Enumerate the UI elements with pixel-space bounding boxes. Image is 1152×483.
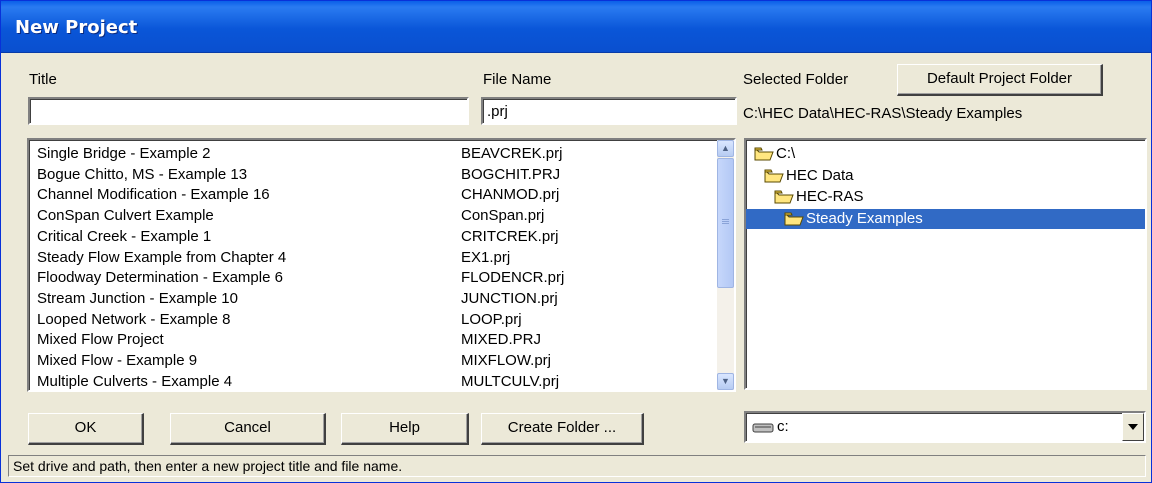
- project-file: MIXFLOW.prj: [461, 352, 552, 369]
- project-title: Bogue Chitto, MS - Example 13: [37, 165, 248, 183]
- project-file: EX1.prj: [461, 248, 511, 266]
- file-name-input[interactable]: .prj: [481, 97, 737, 125]
- scroll-down-button[interactable]: ▼: [717, 373, 734, 390]
- project-title: Channel Modification - Example 16: [37, 186, 270, 204]
- selected-folder-label: Selected Folder: [743, 71, 849, 88]
- folder-tree-label: C:\: [776, 145, 796, 162]
- chevron-down-icon: [1128, 424, 1138, 430]
- project-list-scrollbar[interactable]: ▲ ▼: [717, 140, 734, 390]
- project-title: Looped Network - Example 8: [37, 310, 231, 328]
- folder-tree-label: Steady Examples: [806, 209, 923, 227]
- project-title: Mixed Flow Project: [37, 331, 164, 349]
- new-project-dialog: New Project Title File Name Selected Fol…: [0, 0, 1152, 483]
- project-file: CRITCREK.prj: [461, 227, 559, 245]
- project-title: Floodway Determination - Example 6: [37, 269, 283, 287]
- folder-tree-label: HEC Data: [786, 166, 854, 184]
- list-item[interactable]: Critical Creek - Example 1 CRITCREK.prj: [29, 226, 717, 247]
- project-title: Stream Junction - Example 10: [37, 289, 238, 307]
- chevron-up-icon: ▲: [721, 143, 730, 153]
- list-item[interactable]: Mixed Flow Project MIXED.PRJ: [29, 329, 717, 350]
- list-item[interactable]: Looped Network - Example 8 LOOP.prj: [29, 309, 717, 330]
- list-item[interactable]: ConSpan Culvert Example ConSpan.prj: [29, 205, 717, 226]
- file-name-label: File Name: [483, 71, 552, 88]
- folder-tree-item[interactable]: Steady Examples: [746, 208, 1145, 229]
- file-name-input-value: .prj: [487, 103, 508, 120]
- help-button[interactable]: Help: [341, 413, 469, 445]
- scroll-thumb[interactable]: [717, 158, 734, 288]
- project-file: ConSpan.prj: [461, 207, 545, 225]
- project-rows: Single Bridge - Example 2 BEAVCREK.prj Bog…: [29, 140, 717, 390]
- drive-dropdown-button[interactable]: [1122, 413, 1144, 441]
- chevron-down-icon: ▼: [721, 376, 730, 386]
- default-project-folder-button[interactable]: Default Project Folder: [897, 64, 1103, 96]
- folder-tree-item[interactable]: C:\: [754, 144, 795, 164]
- open-folder-icon: [764, 169, 784, 183]
- project-title: ConSpan Culvert Example: [37, 207, 214, 225]
- project-file: JUNCTION.prj: [461, 289, 558, 307]
- list-item[interactable]: Multiple Culverts - Example 4 MULTCULV.pr…: [29, 371, 717, 390]
- project-file: LOOP.prj: [461, 310, 522, 328]
- scroll-up-button[interactable]: ▲: [717, 140, 734, 157]
- list-item[interactable]: Mixed Flow - Example 9 MIXFLOW.prj: [29, 350, 717, 371]
- list-item[interactable]: Floodway Determination - Example 6 FLODEN…: [29, 267, 717, 288]
- drive-value: c:: [777, 418, 789, 435]
- folder-tree-item[interactable]: HEC-RAS: [774, 187, 864, 207]
- folder-tree-item[interactable]: HEC Data: [764, 166, 854, 186]
- open-folder-icon: [754, 147, 774, 161]
- window-title: New Project: [15, 17, 138, 38]
- project-file: BEAVCREK.prj: [461, 145, 563, 162]
- list-item[interactable]: Channel Modification - Example 16 CHANMOD…: [29, 184, 717, 205]
- folder-tree[interactable]: C:\ HEC Data HEC-RAS Steady Examples: [744, 138, 1147, 390]
- project-title: Steady Flow Example from Chapter 4: [37, 248, 287, 266]
- project-title: Single Bridge - Example 2: [37, 145, 211, 162]
- selected-folder-path: C:\HEC Data\HEC-RAS\Steady Examples: [743, 105, 1023, 122]
- project-file: BOGCHIT.PRJ: [461, 165, 561, 183]
- folder-tree-label: HEC-RAS: [796, 188, 864, 205]
- status-bar: Set drive and path, then enter a new pro…: [8, 455, 1146, 477]
- title-input[interactable]: [28, 97, 469, 125]
- ok-button[interactable]: OK: [28, 413, 144, 445]
- project-file: CHANMOD.prj: [461, 186, 560, 204]
- open-folder-icon: [784, 212, 804, 226]
- list-item[interactable]: Steady Flow Example from Chapter 4 EX1.pr…: [29, 247, 717, 268]
- project-file: FLODENCR.prj: [461, 269, 565, 287]
- create-folder-button[interactable]: Create Folder ...: [481, 413, 644, 445]
- cancel-button[interactable]: Cancel: [170, 413, 326, 445]
- project-title: Mixed Flow - Example 9: [37, 352, 198, 369]
- open-folder-icon: [774, 190, 794, 204]
- list-item[interactable]: Bogue Chitto, MS - Example 13 BOGCHIT.PRJ: [29, 164, 717, 185]
- list-item[interactable]: Stream Junction - Example 10 JUNCTION.prj: [29, 288, 717, 309]
- project-list[interactable]: Single Bridge - Example 2 BEAVCREK.prj Bog…: [27, 138, 736, 392]
- title-label: Title: [29, 71, 57, 88]
- list-item[interactable]: Single Bridge - Example 2 BEAVCREK.prj: [29, 143, 717, 164]
- project-title: Critical Creek - Example 1: [37, 227, 212, 245]
- project-file: MIXED.PRJ: [461, 331, 542, 349]
- title-bar[interactable]: New Project: [1, 1, 1151, 53]
- drive-icon: [752, 421, 774, 438]
- tree-rows: C:\ HEC Data HEC-RAS Steady Examples: [746, 140, 1145, 388]
- drive-select[interactable]: c:: [744, 411, 1146, 443]
- project-file: MULTCULV.prj: [461, 372, 560, 390]
- project-title: Multiple Culverts - Example 4: [37, 372, 233, 390]
